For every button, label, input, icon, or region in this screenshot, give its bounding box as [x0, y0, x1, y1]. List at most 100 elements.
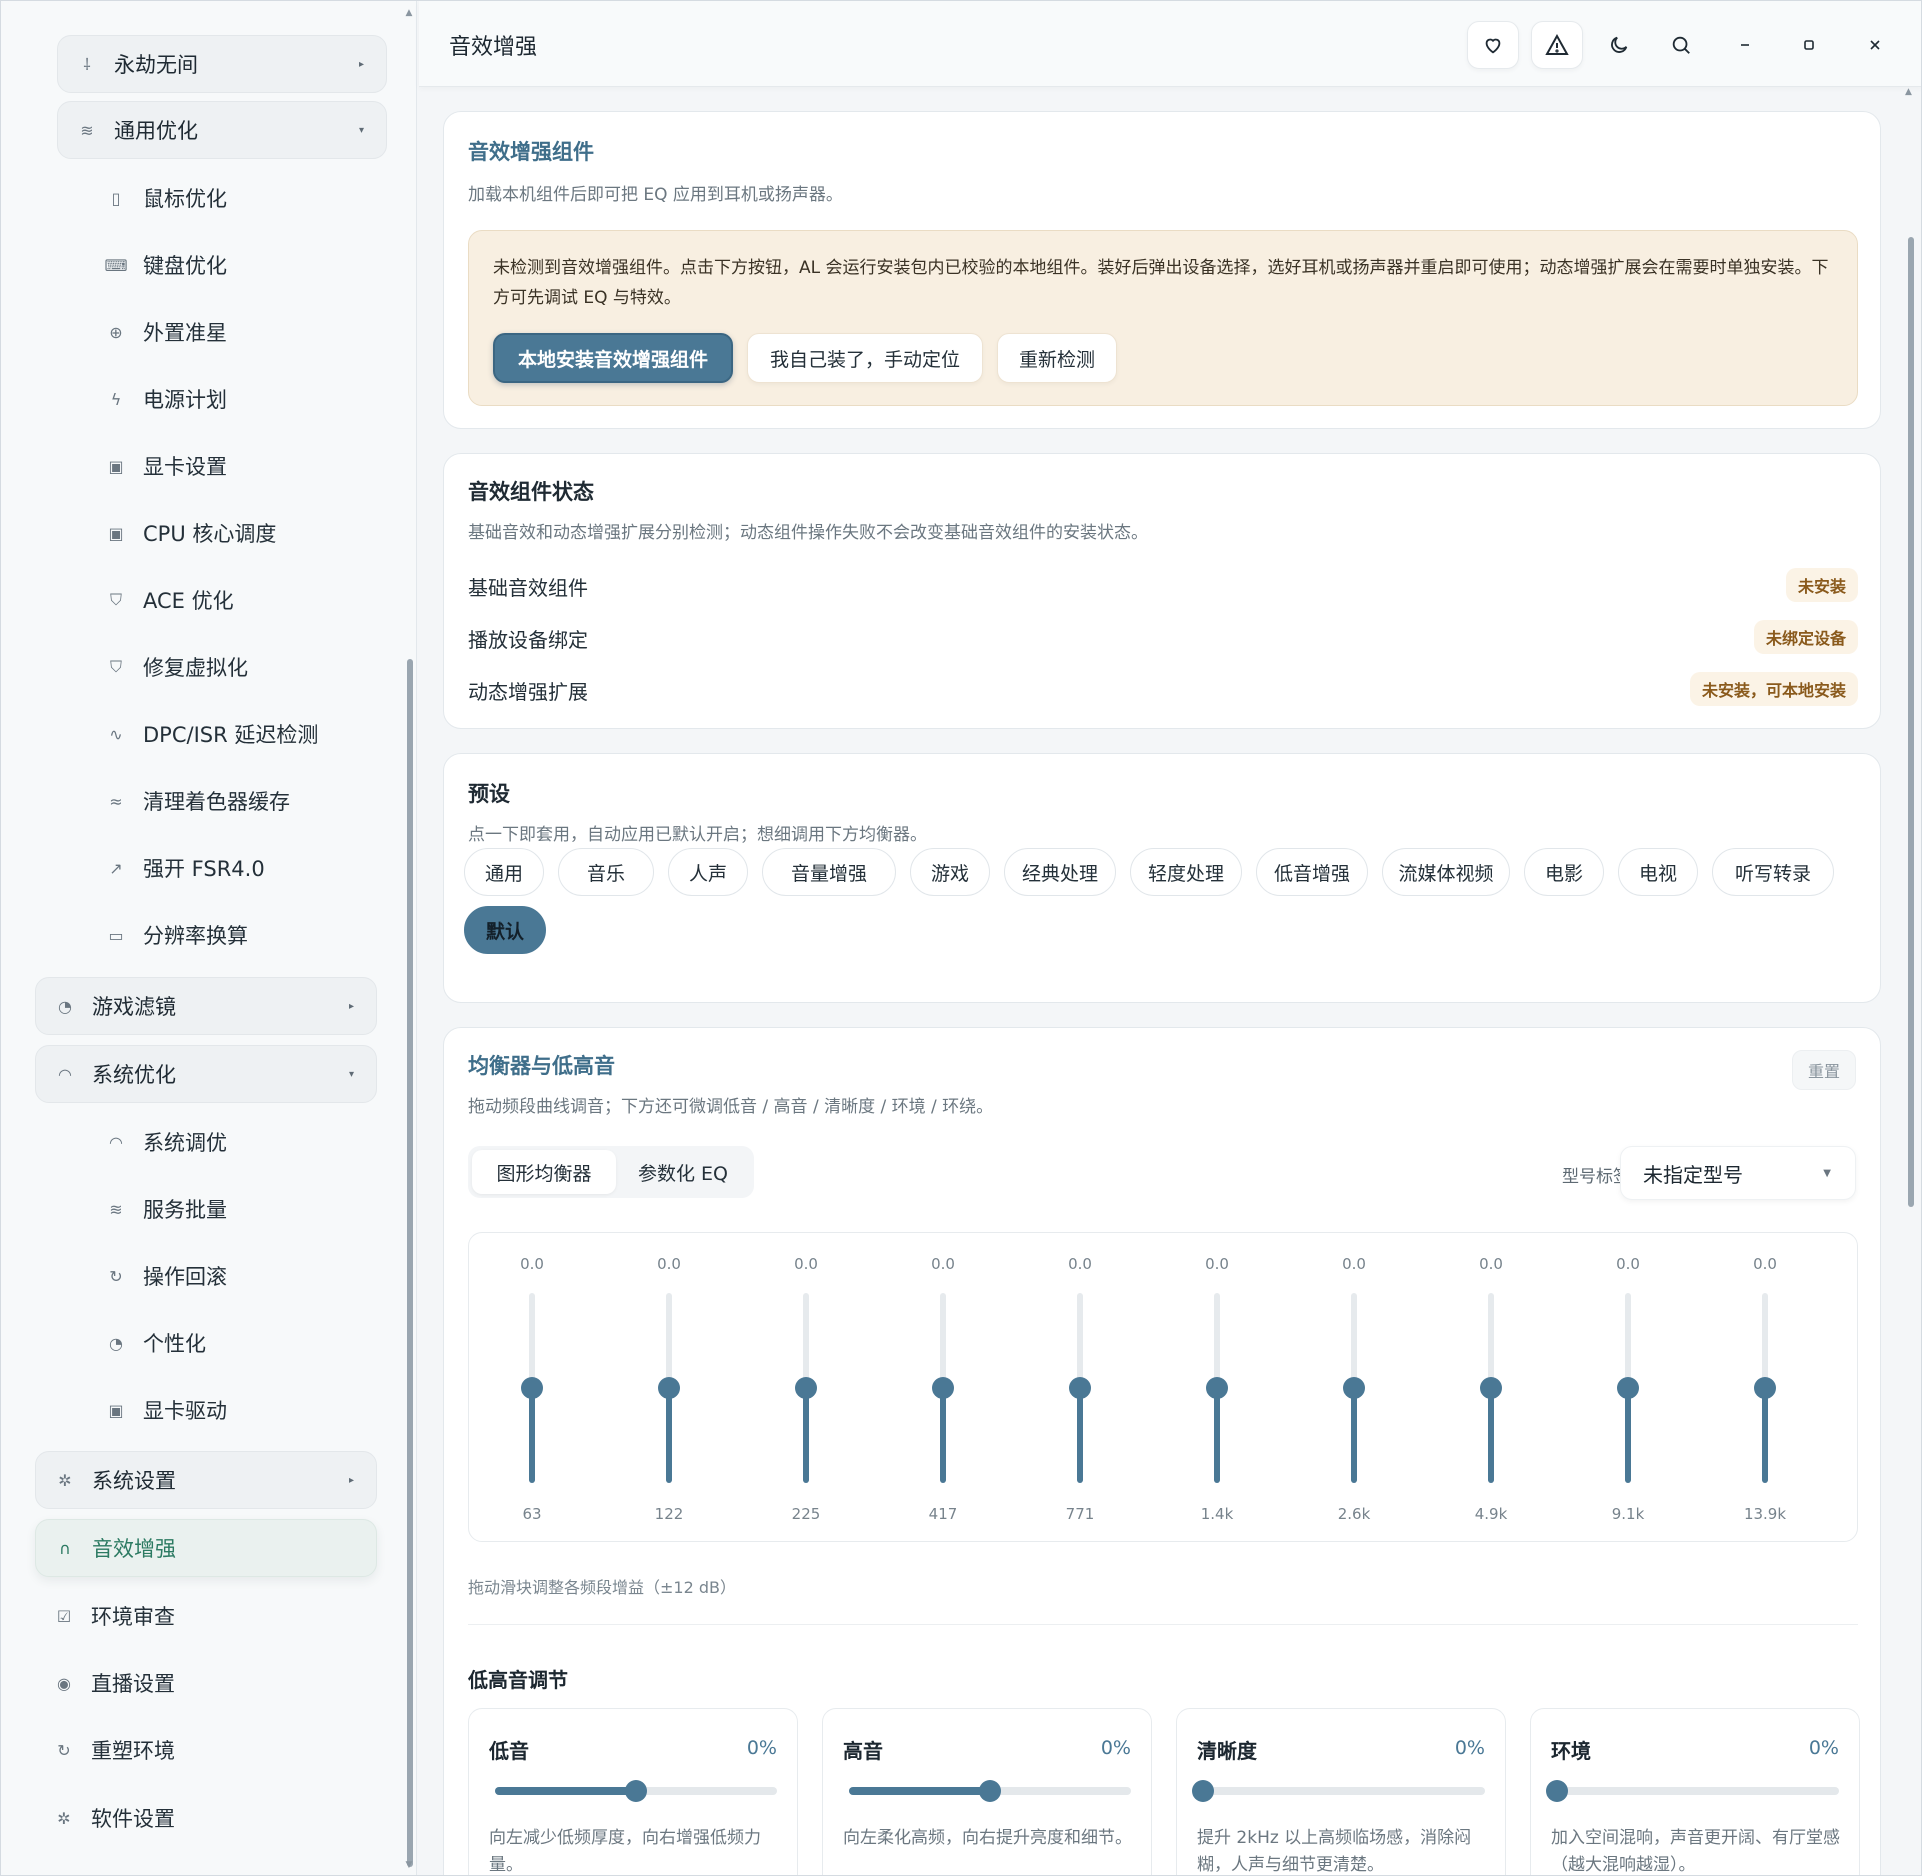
tone-slider[interactable]: [1192, 1780, 1485, 1802]
warning-button[interactable]: [1531, 21, 1583, 69]
sidebar-item-12[interactable]: ↗ 强开 FSR4.0: [105, 839, 385, 897]
eq-band-knob[interactable]: [1343, 1377, 1365, 1399]
sidebar-item-14[interactable]: ◔ 游戏滤镜 ▸: [35, 977, 377, 1035]
eq-band: 0.0 2.6k: [1314, 1233, 1394, 1543]
sidebar-item-4[interactable]: ⊕ 外置准星: [105, 303, 385, 361]
sidebar-item-label: 软件设置: [91, 1807, 175, 1831]
scroll-up-arrow-icon[interactable]: ▲: [405, 9, 413, 18]
headphones-icon: ∩: [59, 1538, 71, 1558]
sidebar-item-15[interactable]: ◠ 系统优化 ▾: [35, 1045, 377, 1103]
eq-band-knob[interactable]: [1617, 1377, 1639, 1399]
chevron-right-icon: ▸: [358, 58, 364, 70]
sidebar-item-0[interactable]: ⸸ 永劫无间 ▸: [57, 35, 387, 93]
close-button[interactable]: [1849, 21, 1901, 69]
sidebar-item-23[interactable]: ☑ 环境审查: [35, 1587, 377, 1645]
sidebar-item-20[interactable]: ▣ 显卡驱动: [105, 1381, 385, 1439]
tab-graphic-eq[interactable]: 图形均衡器: [472, 1150, 616, 1194]
sidebar-item-25[interactable]: ↻ 重塑环境: [35, 1721, 377, 1779]
sidebar-item-1[interactable]: ≋ 通用优化 ▾: [57, 101, 387, 159]
eq-band-knob[interactable]: [1754, 1377, 1776, 1399]
preset-chip[interactable]: 默认: [464, 906, 546, 954]
sidebar-item-label: 直播设置: [91, 1672, 175, 1696]
theme-toggle-button[interactable]: [1593, 21, 1645, 69]
sidebar-item-17[interactable]: ≋ 服务批量: [105, 1180, 385, 1238]
preset-chip[interactable]: 低音增强: [1256, 848, 1368, 896]
scroll-up-arrow-icon[interactable]: ▲: [1905, 87, 1912, 97]
search-button[interactable]: [1655, 21, 1707, 69]
preset-chip[interactable]: 轻度处理: [1130, 848, 1242, 896]
preset-chip[interactable]: 音量增强: [762, 848, 896, 896]
sidebar-item-19[interactable]: ◔ 个性化: [105, 1314, 385, 1372]
manual-locate-button[interactable]: 我自己装了，手动定位: [747, 333, 983, 383]
preset-chip[interactable]: 听写转录: [1712, 848, 1834, 896]
tone-description: 加入空间混响，声音更开阔、有厅堂感（越大混响越湿）。: [1551, 1828, 1840, 1875]
sidebar-item-8[interactable]: ⛉ ACE 优化: [105, 571, 385, 629]
tone-slider[interactable]: [1546, 1780, 1839, 1802]
sidebar-item-13[interactable]: ▭ 分辨率换算: [105, 906, 385, 964]
tab-parametric-eq[interactable]: 参数化 EQ: [616, 1150, 750, 1194]
eq-band-knob[interactable]: [1069, 1377, 1091, 1399]
tone-slider-knob[interactable]: [1546, 1780, 1568, 1802]
sidebar-item-label: 外置准星: [143, 321, 227, 345]
sidebar-item-7[interactable]: ▣ CPU 核心调度: [105, 504, 385, 562]
preset-chip[interactable]: 通用: [464, 848, 544, 896]
main-scroll-thumb[interactable]: [1908, 237, 1914, 1207]
sidebar-item-3[interactable]: ⌨ 键盘优化: [104, 236, 385, 294]
sidebar-item-label: 电源计划: [143, 388, 227, 412]
sidebar-item-label: 系统优化: [92, 1063, 176, 1087]
sidebar-item-10[interactable]: ∿ DPC/ISR 延迟检测: [105, 705, 385, 763]
shield-icon: ⛉: [109, 657, 122, 676]
sidebar: ⸸ 永劫无间 ▸ ≋ 通用优化 ▾ ▯ 鼠标优化 ⌨ 键盘优化 ⊕ 外置准星 ϟ 电源计划 ▣ 显卡设置 ▣ CP…: [1, 1, 417, 1875]
tone-description: 向左减少低频厚度，向右增强低频力量。: [489, 1828, 761, 1875]
sidebar-scroll-thumb[interactable]: [407, 659, 413, 1867]
eq-band-frequency: 417: [928, 1505, 958, 1523]
reset-button[interactable]: 重置: [1792, 1050, 1856, 1090]
eq-band-knob[interactable]: [658, 1377, 680, 1399]
recheck-button[interactable]: 重新检测: [997, 333, 1117, 383]
tone-slider-knob[interactable]: [1192, 1780, 1214, 1802]
tone-slider[interactable]: [495, 1780, 777, 1802]
status-row: 播放设备绑定 未绑定设备: [468, 618, 1858, 658]
preset-chip[interactable]: 游戏: [910, 848, 990, 896]
sidebar-item-16[interactable]: ◠ 系统调优: [105, 1113, 385, 1171]
eq-band-knob[interactable]: [1206, 1377, 1228, 1399]
eq-band-knob[interactable]: [795, 1377, 817, 1399]
eq-band-knob[interactable]: [1480, 1377, 1502, 1399]
maximize-button[interactable]: [1783, 21, 1835, 69]
tone-slider-knob[interactable]: [625, 1780, 647, 1802]
sidebar-scrollbar[interactable]: ▲ ▼: [405, 9, 413, 1870]
sidebar-item-24[interactable]: ◉ 直播设置: [35, 1654, 377, 1712]
preset-chip[interactable]: 音乐: [558, 848, 654, 896]
sidebar-item-2[interactable]: ▯ 鼠标优化: [105, 169, 385, 227]
sidebar-item-11[interactable]: ≈ 清理着色器缓存: [105, 772, 385, 830]
tone-card: 高音 0% 向左柔化高频，向右提升亮度和细节。: [822, 1708, 1152, 1875]
install-component-button[interactable]: 本地安装音效增强组件: [493, 333, 733, 383]
preset-chip[interactable]: 人声: [668, 848, 748, 896]
preset-chip[interactable]: 经典处理: [1004, 848, 1116, 896]
eq-band-fill: [1762, 1388, 1768, 1483]
model-select[interactable]: 未指定型号 ▼: [1620, 1146, 1856, 1200]
scroll-down-arrow-icon[interactable]: ▼: [405, 1861, 413, 1870]
preset-chip[interactable]: 流媒体视频: [1382, 848, 1510, 896]
sidebar-nav: ⸸ 永劫无间 ▸ ≋ 通用优化 ▾ ▯ 鼠标优化 ⌨ 键盘优化 ⊕ 外置准星 ϟ 电源计划 ▣ 显卡设置 ▣ CP…: [1, 1, 401, 1875]
favorite-button[interactable]: [1467, 21, 1519, 69]
eq-band-knob[interactable]: [521, 1377, 543, 1399]
tone-slider-knob[interactable]: [979, 1780, 1001, 1802]
sidebar-item-label: 清理着色器缓存: [143, 790, 290, 814]
preset-chip[interactable]: 电影: [1524, 848, 1604, 896]
sidebar-item-22[interactable]: ∩ 音效增强: [35, 1519, 377, 1577]
sidebar-item-9[interactable]: ⛉ 修复虚拟化: [105, 638, 385, 696]
minimize-button[interactable]: [1719, 21, 1771, 69]
chip-icon: ▣: [108, 1400, 124, 1420]
tone-slider[interactable]: [849, 1780, 1131, 1802]
equalizer-title: 均衡器与低高音: [468, 1054, 615, 1078]
sidebar-item-6[interactable]: ▣ 显卡设置: [105, 437, 385, 495]
sidebar-item-21[interactable]: ✲ 系统设置 ▸: [35, 1451, 377, 1509]
main-scrollbar[interactable]: ▲: [1905, 87, 1915, 1875]
keyboard-icon: ⌨: [104, 255, 128, 275]
sidebar-item-26[interactable]: ✲ 软件设置: [35, 1789, 377, 1847]
eq-band-knob[interactable]: [932, 1377, 954, 1399]
sidebar-item-5[interactable]: ϟ 电源计划: [105, 370, 385, 428]
sidebar-item-18[interactable]: ↻ 操作回滚: [105, 1247, 385, 1305]
preset-chip[interactable]: 电视: [1618, 848, 1698, 896]
